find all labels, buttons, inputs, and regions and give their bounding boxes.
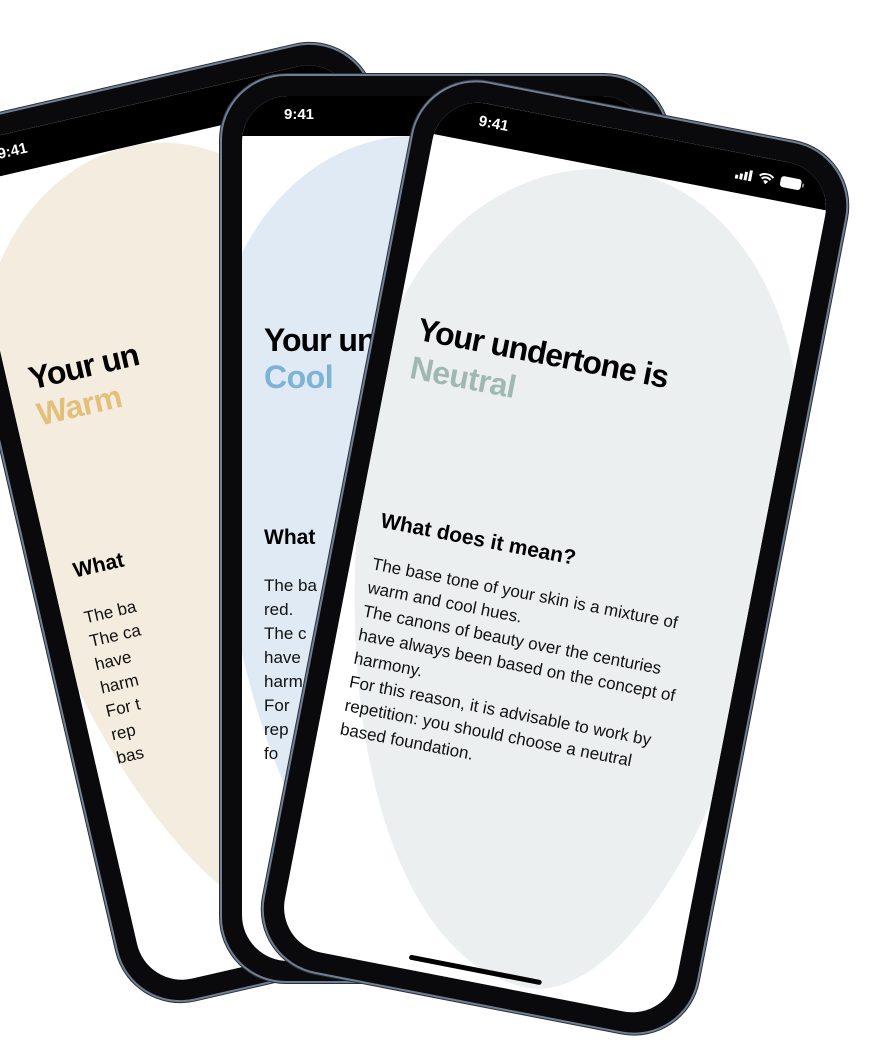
wifi-icon — [759, 172, 775, 184]
body-line: The ba — [264, 576, 317, 595]
status-time: 9:41 — [477, 112, 510, 136]
status-time: 9:41 — [284, 106, 315, 123]
status-time: 9:41 — [0, 139, 30, 163]
battery-icon — [779, 176, 805, 190]
body-line: red. — [264, 600, 294, 619]
result-title: Your un — [264, 322, 376, 358]
body-line: The c — [264, 624, 307, 643]
status-icons — [734, 167, 806, 192]
section-heading: What — [264, 526, 316, 549]
undertone-value: Cool — [264, 359, 334, 395]
signal-icon — [734, 169, 754, 181]
